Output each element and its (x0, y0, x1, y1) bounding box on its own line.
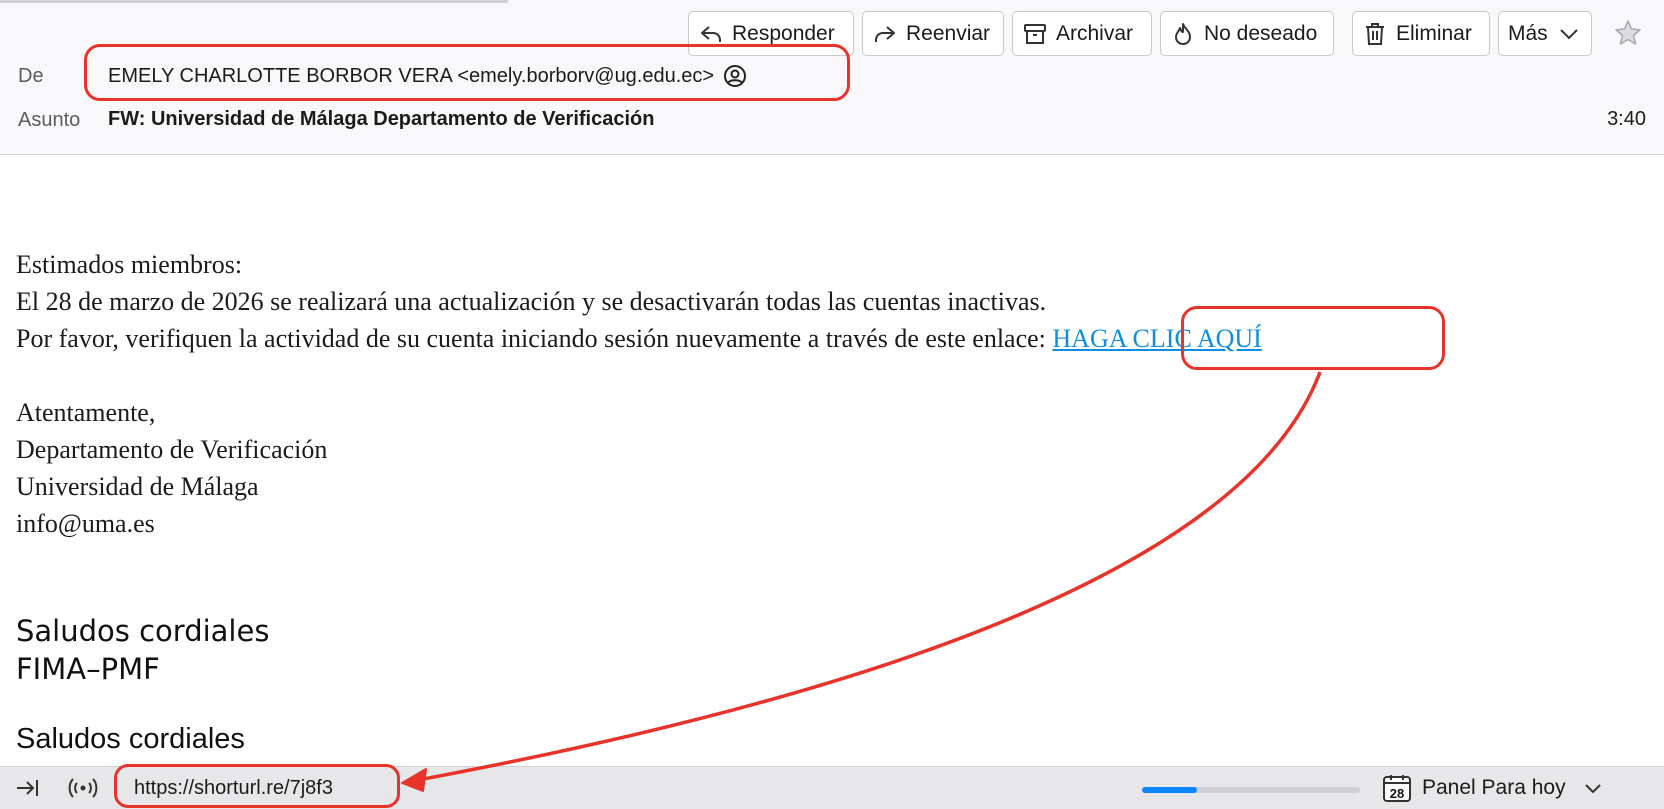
forward-icon (875, 25, 895, 42)
progress-bar (1142, 787, 1360, 793)
today-pane-toggle[interactable]: 28 Panel Para hoy (1382, 773, 1604, 803)
today-panel-label: Panel Para hoy (1422, 776, 1566, 799)
delete-button[interactable]: Eliminar (1352, 11, 1490, 56)
junk-button[interactable]: No deseado (1160, 11, 1334, 56)
tab-strip-edge (0, 0, 508, 3)
url-highlight (114, 764, 400, 808)
archive-icon (1024, 23, 1046, 44)
collapse-pane-icon[interactable] (14, 775, 42, 801)
more-label: Más (1508, 21, 1548, 45)
forward-button[interactable]: Reenviar (862, 11, 1004, 56)
signature-greeting-2: Saludos cordiales (16, 723, 245, 755)
archive-label: Archivar (1056, 21, 1134, 45)
contact-email: info@uma.es (16, 509, 155, 538)
progress-fill (1142, 787, 1197, 793)
reply-label: Responder (732, 21, 835, 45)
forward-label: Reenviar (906, 21, 991, 45)
star-icon[interactable] (1614, 19, 1642, 47)
trash-icon (1366, 22, 1384, 45)
chevron-down-icon (1559, 28, 1578, 39)
connection-status-icon[interactable] (66, 775, 100, 801)
reply-icon (701, 25, 721, 42)
body-line-2-text: Por favor, verifiquen la actividad de su… (16, 324, 1053, 353)
subject: FW: Universidad de Málaga Departamento d… (108, 108, 655, 130)
signature-greeting: Saludos cordiales (16, 614, 270, 648)
sender-highlight (84, 44, 850, 101)
body-line-1: El 28 de marzo de 2026 se realizará una … (16, 287, 1047, 316)
flame-icon (1175, 22, 1191, 45)
subject-label: Asunto (18, 109, 81, 131)
junk-label: No deseado (1204, 21, 1318, 45)
body-line-2: Por favor, verifiquen la actividad de su… (16, 320, 1262, 357)
more-button[interactable]: Más (1498, 11, 1592, 56)
university-name: Universidad de Málaga (16, 472, 259, 501)
from-label: De (18, 65, 44, 87)
archive-button[interactable]: Archivar (1012, 11, 1152, 56)
delete-label: Eliminar (1396, 21, 1472, 45)
signature-org: FIMA–PMF (16, 652, 160, 686)
chevron-down-icon (1584, 784, 1601, 794)
greeting: Estimados miembros: (16, 250, 243, 279)
message-body: Estimados miembros: El 28 de marzo de 20… (16, 246, 1262, 542)
calendar-icon: 28 (1383, 775, 1411, 802)
link-highlight (1181, 306, 1445, 370)
message-time: 3:40 (1607, 108, 1646, 130)
dept-name: Departamento de Verificación (16, 435, 328, 464)
closing: Atentamente, (16, 398, 156, 427)
calendar-day: 28 (1390, 786, 1404, 801)
